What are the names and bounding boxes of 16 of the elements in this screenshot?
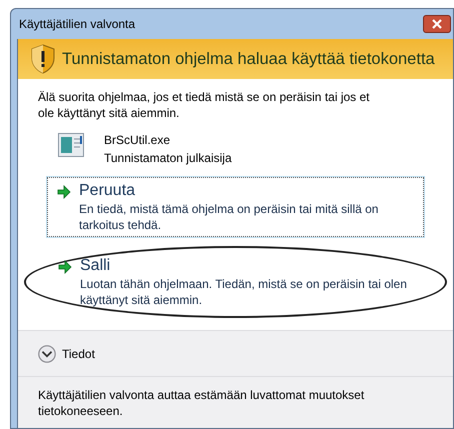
banner-heading: Tunnistamaton ohjelma haluaa käyttää tietokonetta [62,48,435,70]
footer-text: Käyttäjätilien valvonta auttaa estämään luvattomat muutokset tietokoneeseen. [38,387,366,419]
window-title: Käyttäjätilien valvonta [19,16,136,33]
warning-text: Älä suorita ohjelmaa, jos et tiedä mistä se on peräisin tai jos et ole käyttänyt sitä aiemmin. [38,89,371,121]
arrow-icon [58,260,72,274]
close-button[interactable] [423,15,451,33]
arrow-icon [57,185,71,199]
program-name: BrScUtil.exe [104,132,172,149]
shield-warning-icon [30,44,56,74]
chevron-circle-icon [38,344,56,362]
choice-button[interactable]: Peruuta En tiedä, mistä tämä ohjelma on peräisin tai mitä sillä on tarkoitus tehdä. [46,176,425,238]
publisher-name: Tunnistamaton julkaisija [104,150,232,167]
choice-button[interactable]: Salli Luotan tähän ohjelmaan. Tiedän, mistä se on peräisin tai olen käyttänyt sitä aiemmin. [24,246,447,318]
close-icon [432,19,442,29]
program-window-icon [58,133,84,157]
details-toggle-button[interactable]: Tiedot [38,344,95,362]
